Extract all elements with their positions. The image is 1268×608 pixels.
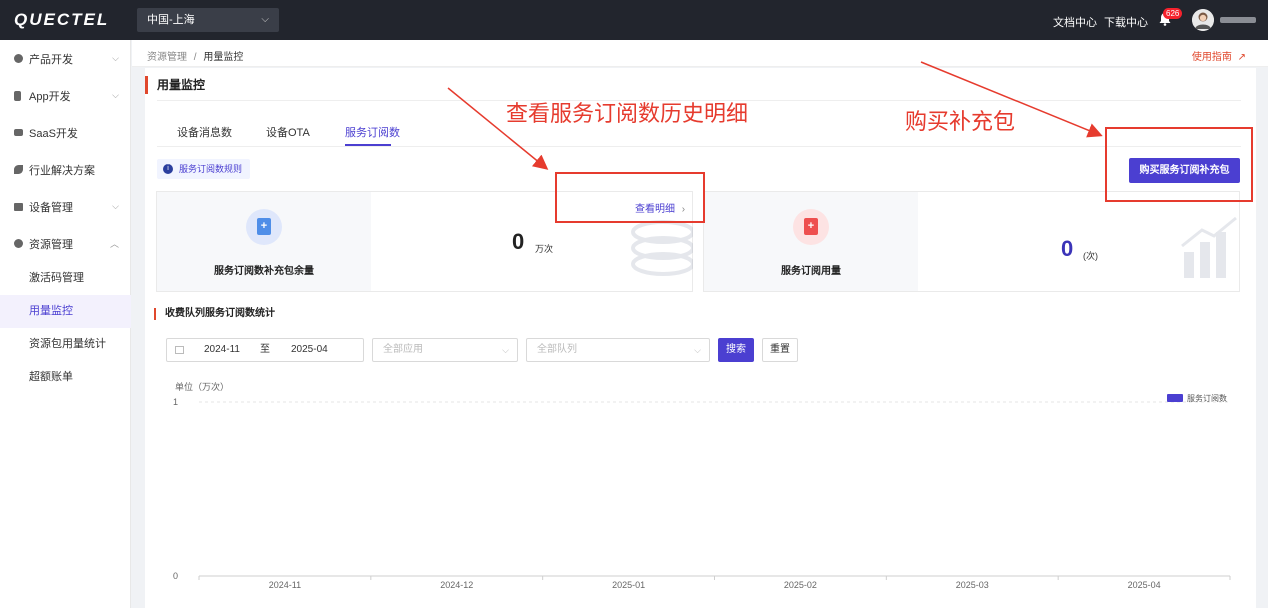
sidebar-item-label: App开发 (29, 90, 71, 103)
chevron-down-icon: ⌵ (112, 53, 119, 63)
divider (157, 146, 1241, 147)
tab-device-ota[interactable]: 设备OTA (266, 124, 310, 140)
sidebar-subitem-overage-bill[interactable]: 超额账单 (0, 361, 131, 394)
supplement-balance-panel: + 服务订阅数补充包余量 查看明细 › 0 万次 (156, 191, 693, 292)
application-select-placeholder: 全部应用 (383, 344, 423, 355)
chevron-down-icon: ⌵ (261, 14, 269, 25)
info-icon: i (163, 164, 173, 174)
breadcrumb-parent[interactable]: 资源管理 (147, 52, 187, 63)
top-bar: QUECTEL 中国-上海 ⌵ 文档中心 下载中心 626 (0, 0, 1268, 40)
section-title: 收费队列服务订阅数统计 (154, 308, 275, 320)
queue-select-placeholder: 全部队列 (537, 344, 577, 355)
sidebar: 产品开发 ⌵ App开发 ⌵ SaaS开发 行业解决方案 设备管理 ⌵ 资源管理… (0, 40, 131, 608)
chevron-down-icon: ⌵ (694, 345, 701, 355)
leaf-icon (14, 165, 23, 174)
chevron-down-icon: ⌵ (112, 90, 119, 100)
divider (157, 100, 1241, 101)
brand-logo[interactable]: QUECTEL (14, 10, 109, 30)
monitor-icon (14, 129, 23, 136)
user-name-masked[interactable] (1220, 17, 1256, 23)
subscription-usage-panel: + 服务订阅用量 0 (次) (703, 191, 1240, 292)
date-start: 2024-11 (204, 344, 240, 355)
tab-device-messages[interactable]: 设备消息数 (177, 124, 232, 140)
tab-service-subscriptions[interactable]: 服务订阅数 (345, 124, 400, 140)
breadcrumb: 资源管理 / 用量监控 (147, 48, 243, 63)
subscription-rules-link[interactable]: i 服务订阅数规则 (157, 159, 251, 179)
subscription-usage-label: 服务订阅用量 (781, 266, 841, 277)
supplement-balance-label: 服务订阅数补充包余量 (214, 266, 314, 277)
phone-icon (14, 90, 21, 101)
user-guide-label: 使用指南 (1191, 52, 1232, 63)
sidebar-item-app-dev[interactable]: App开发 ⌵ (0, 77, 131, 114)
external-link-icon: ↗ (1237, 52, 1246, 63)
x-tick-label: 2025-04 (1128, 580, 1161, 590)
region-select-value: 中国-上海 (147, 14, 195, 26)
bar-chart-icon (1181, 216, 1237, 278)
sidebar-item-label: SaaS开发 (29, 127, 78, 140)
x-tick-label: 2024-12 (440, 580, 473, 590)
sidebar-item-saas-dev[interactable]: SaaS开发 (0, 114, 131, 151)
server-icon (14, 202, 23, 211)
region-select[interactable]: 中国-上海 ⌵ (137, 8, 279, 32)
supplement-balance-unit: 万次 (535, 244, 554, 254)
supplement-balance-value: 0 (512, 229, 525, 254)
search-button[interactable]: 搜索 (718, 338, 754, 362)
view-details-label: 查看明细 (635, 204, 675, 215)
x-tick-label: 2025-03 (956, 580, 989, 590)
y-tick-label: 0 (173, 571, 178, 581)
x-tick-label: 2025-02 (784, 580, 817, 590)
y-tick-label: 1 (173, 397, 178, 407)
x-tick-label: 2024-11 (269, 580, 301, 590)
bookmark-plus-icon: + (793, 209, 829, 245)
reset-button[interactable]: 重置 (762, 338, 798, 362)
stat-panel-header: + 服务订阅用量 (704, 192, 918, 291)
queue-select[interactable]: 全部队列 ⌵ (526, 338, 710, 362)
date-range-picker[interactable]: 2024-11 至 2025-04 (166, 338, 364, 362)
main-content: 用量监控 设备消息数 设备OTA 服务订阅数 i 服务订阅数规则 购买服务订阅补… (145, 68, 1256, 608)
chevron-right-icon: › (681, 204, 686, 215)
date-separator: 至 (260, 344, 270, 355)
sidebar-item-device-mgmt[interactable]: 设备管理 ⌵ (0, 188, 131, 225)
rule-chip-label: 服务订阅数规则 (179, 164, 243, 174)
breadcrumb-current: 用量监控 (203, 52, 244, 63)
view-details-link[interactable]: 查看明细 › (635, 200, 685, 215)
notification-badge: 626 (1163, 8, 1183, 19)
y-unit-label: 单位（万次） (175, 381, 229, 392)
subscription-usage-value: 0 (1061, 236, 1074, 261)
sidebar-subitem-package-stats[interactable]: 资源包用量统计 (0, 328, 131, 361)
sidebar-subitem-usage-monitor[interactable]: 用量监控 (0, 295, 131, 328)
cube-icon (14, 54, 23, 63)
sidebar-item-industry-solutions[interactable]: 行业解决方案 (0, 151, 131, 188)
breadcrumb-bar: 资源管理 / 用量监控 使用指南 ↗ (132, 40, 1268, 67)
breadcrumb-separator: / (193, 52, 197, 63)
user-guide-link[interactable]: 使用指南 ↗ (1192, 48, 1246, 63)
avatar[interactable] (1192, 9, 1214, 31)
sidebar-item-label: 资源管理 (29, 238, 73, 251)
chevron-up-icon: ︿ (109, 239, 119, 249)
legend-swatch (1167, 394, 1183, 402)
page-title: 用量监控 (145, 76, 205, 94)
coin-stack-icon (631, 220, 693, 276)
sidebar-item-label: 行业解决方案 (29, 164, 95, 177)
sidebar-item-resource-mgmt[interactable]: 资源管理 ︿ (0, 225, 131, 262)
x-tick-label: 2025-01 (612, 580, 645, 590)
date-end: 2025-04 (291, 344, 328, 355)
legend-label: 服务订阅数 (1187, 393, 1227, 403)
subscription-usage-unit: (次) (1083, 251, 1098, 261)
application-select[interactable]: 全部应用 ⌵ (372, 338, 518, 362)
bookmark-plus-icon: + (246, 209, 282, 245)
sidebar-subitem-activation-codes[interactable]: 激活码管理 (0, 262, 131, 295)
docs-center-link[interactable]: 文档中心 (1053, 14, 1097, 30)
resource-icon (14, 239, 23, 248)
sidebar-item-label: 设备管理 (29, 201, 73, 214)
chevron-down-icon: ⌵ (112, 201, 119, 211)
calendar-icon (175, 346, 184, 354)
download-center-link[interactable]: 下载中心 (1104, 14, 1148, 30)
subscription-chart: 单位（万次） 0 1 2024-11 2024-12 2025-01 2025-02 2025… (173, 381, 1231, 590)
stat-panel-header: + 服务订阅数补充包余量 (157, 192, 371, 291)
buy-supplement-package-button[interactable]: 购买服务订阅补充包 (1129, 158, 1240, 183)
chevron-down-icon: ⌵ (502, 345, 509, 355)
sidebar-item-label: 产品开发 (29, 53, 73, 66)
sidebar-item-product-dev[interactable]: 产品开发 ⌵ (0, 40, 131, 77)
